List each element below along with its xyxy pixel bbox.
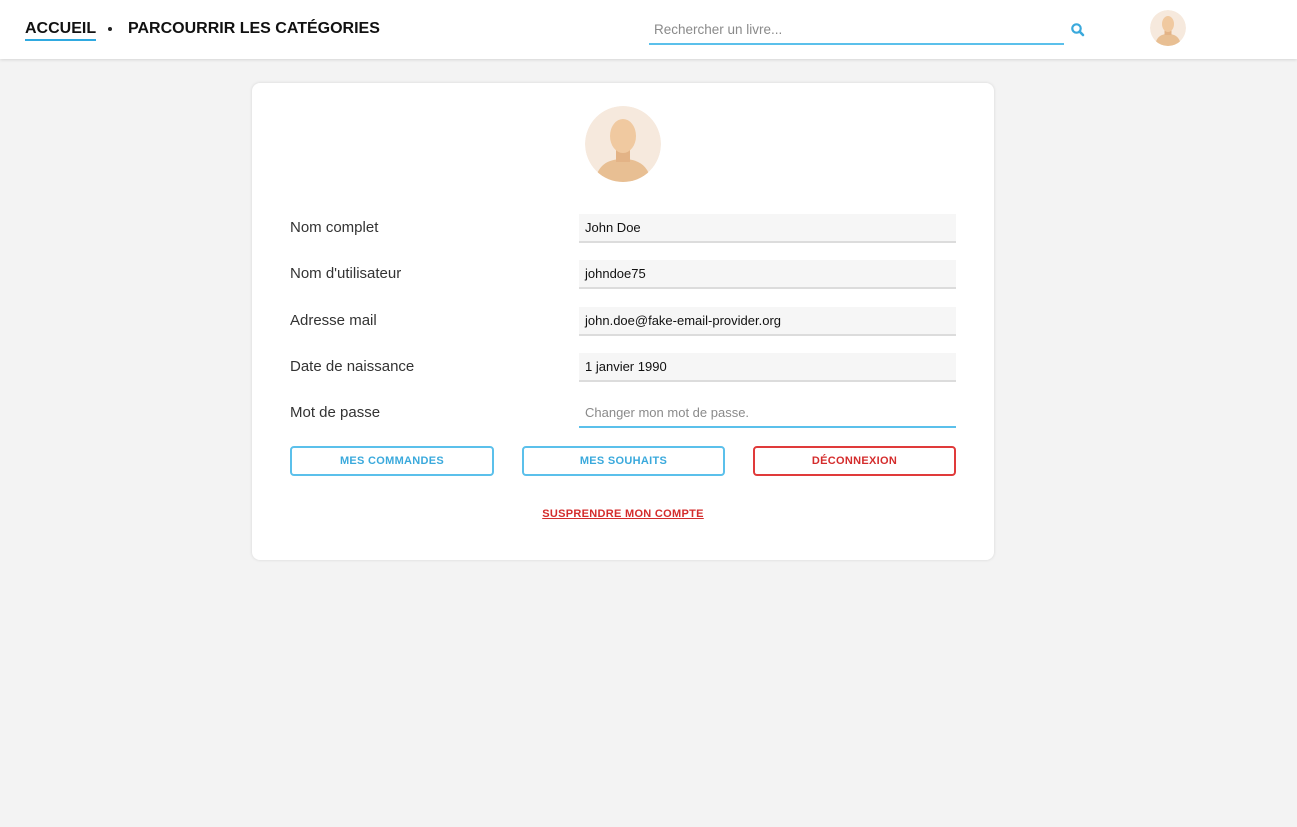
search-input[interactable] <box>649 15 1064 45</box>
username-label: Nom d'utilisateur <box>290 265 402 282</box>
nav-separator-dot <box>108 27 112 31</box>
full-name-value: John Doe <box>579 214 956 243</box>
my-orders-button[interactable]: MES COMMANDES <box>290 446 494 476</box>
logout-button[interactable]: DÉCONNEXION <box>753 446 956 476</box>
email-value: john.doe@fake-email-provider.org <box>579 307 956 336</box>
nav-link-home[interactable]: ACCUEIL <box>25 20 97 41</box>
user-avatar-icon[interactable] <box>1150 10 1186 46</box>
nav-link-categories[interactable]: PARCOURRIR LES CATÉGORIES <box>128 20 380 38</box>
my-wishlist-button[interactable]: MES SOUHAITS <box>522 446 725 476</box>
username-value: johndoe75 <box>579 260 956 289</box>
email-label: Adresse mail <box>290 312 377 329</box>
birthdate-value: 1 janvier 1990 <box>579 353 956 382</box>
birthdate-label: Date de naissance <box>290 358 415 375</box>
password-input[interactable] <box>579 399 956 428</box>
top-navigation-bar: ACCUEIL PARCOURRIR LES CATÉGORIES <box>0 0 1297 59</box>
suspend-account-link[interactable]: SUSPRENDRE MON COMPTE <box>542 508 704 520</box>
suspend-account-container: SUSPRENDRE MON COMPTE <box>252 504 994 522</box>
profile-avatar-icon <box>585 106 661 182</box>
password-label: Mot de passe <box>290 404 381 421</box>
full-name-label: Nom complet <box>290 219 379 236</box>
profile-card: Nom complet John Doe Nom d'utilisateur j… <box>252 83 994 560</box>
search-icon[interactable] <box>1069 21 1087 39</box>
